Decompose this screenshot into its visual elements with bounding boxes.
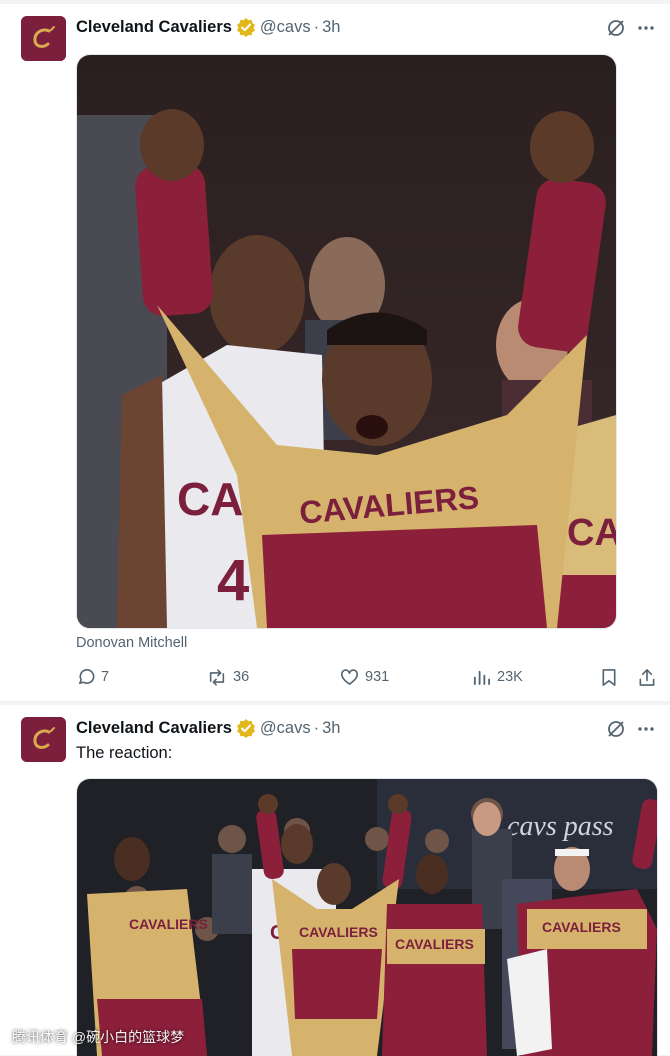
verified-badge-icon xyxy=(236,718,256,738)
tweet-text: The reaction: xyxy=(76,744,173,762)
reply-button[interactable]: 7 xyxy=(76,668,207,687)
grok-icon[interactable] xyxy=(606,18,626,38)
tweet-media[interactable]: CAV 4 CAV CAVALIERS xyxy=(76,54,617,629)
watermark-text: 腾讯体育 @碗小白的篮球梦 xyxy=(12,1029,185,1045)
jersey-text-d: CAVALIERS xyxy=(542,919,621,935)
author-name[interactable]: Cleveland Cavaliers xyxy=(76,719,232,738)
cavs-logo-icon xyxy=(21,16,66,61)
jersey-number: 4 xyxy=(217,548,249,613)
tweet-header: Cleveland Cavaliers @cavs · 3h xyxy=(76,716,340,740)
like-count: 931 xyxy=(365,669,390,685)
more-icon[interactable] xyxy=(636,18,656,38)
share-icon xyxy=(639,668,655,686)
reply-icon xyxy=(78,668,95,684)
tweet-actions: 7 36 931 23K xyxy=(76,665,656,689)
like-button[interactable]: 931 xyxy=(340,668,472,687)
separator-dot: · xyxy=(313,718,320,737)
timestamp[interactable]: 3h xyxy=(322,18,340,37)
verified-badge-icon xyxy=(236,17,256,37)
jersey-text-a: CAVALIERS xyxy=(129,916,208,932)
tweet-card[interactable]: Cleveland Cavaliers @cavs · 3h CAV 4 C C… xyxy=(0,4,670,701)
avatar[interactable] xyxy=(21,16,66,61)
author-handle[interactable]: @cavs xyxy=(260,719,311,738)
bookmark-icon xyxy=(602,668,616,686)
reply-count: 7 xyxy=(101,669,110,685)
media-image: cavs pass CAVALIERS CAV 4 xyxy=(77,779,657,1056)
media-caption: Donovan Mitchell xyxy=(76,635,188,651)
views-icon xyxy=(473,670,491,685)
tweet-card[interactable]: Cleveland Cavaliers @cavs · 3h The react… xyxy=(0,705,670,1056)
like-icon xyxy=(341,668,358,685)
tweet-media[interactable]: cavs pass CAVALIERS CAV 4 xyxy=(76,778,658,1056)
tweet-top-actions xyxy=(606,717,656,741)
jersey-text-c: CAVALIERS xyxy=(395,936,474,952)
jersey-text-right: CAV xyxy=(567,512,616,554)
timestamp[interactable]: 3h xyxy=(322,719,340,738)
separator-dot: · xyxy=(313,17,320,36)
banner-text: cavs pass xyxy=(507,811,614,842)
jersey-text-b: CAVALIERS xyxy=(299,924,378,940)
tweet-header: Cleveland Cavaliers @cavs · 3h xyxy=(76,15,340,39)
more-icon[interactable] xyxy=(636,719,656,739)
retweet-count: 36 xyxy=(233,669,250,685)
views-count: 23K xyxy=(497,669,523,685)
tweet-top-actions xyxy=(606,16,656,40)
avatar[interactable] xyxy=(21,717,66,762)
views-button[interactable]: 23K xyxy=(472,668,600,687)
cavs-logo-icon xyxy=(21,717,66,762)
author-handle[interactable]: @cavs xyxy=(260,18,311,37)
retweet-icon xyxy=(209,668,225,686)
author-name[interactable]: Cleveland Cavaliers xyxy=(76,18,232,37)
grok-icon[interactable] xyxy=(606,719,626,739)
share-button[interactable] xyxy=(638,668,656,687)
media-image: CAV 4 CAV CAVALIERS xyxy=(77,55,616,628)
retweet-button[interactable]: 36 xyxy=(207,668,340,687)
bookmark-button[interactable] xyxy=(600,668,618,687)
